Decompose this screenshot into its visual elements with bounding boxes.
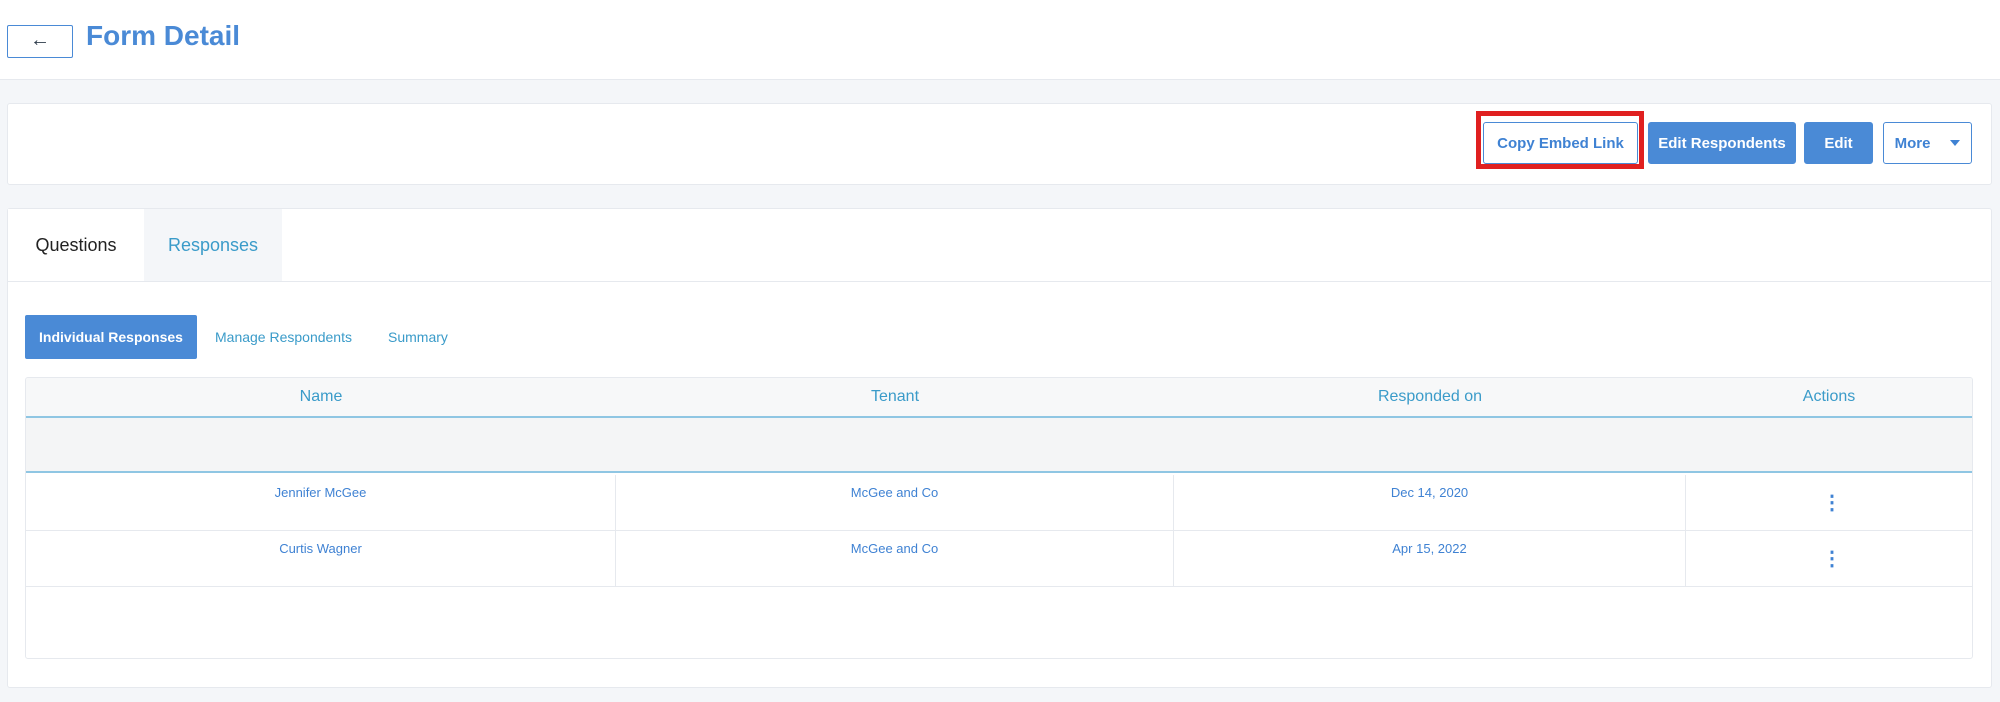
tab-questions-label: Questions [35, 234, 117, 255]
copy-embed-link-button[interactable]: Copy Embed Link [1483, 122, 1638, 164]
column-header-tenant[interactable]: Tenant [616, 378, 1174, 416]
column-header-actions: Actions [1802, 388, 1856, 405]
tab-responses[interactable]: Responses [144, 209, 282, 281]
kebab-menu-icon[interactable]: ⋮ [1822, 549, 1842, 569]
filter-row [26, 418, 1972, 473]
cell-tenant: McGee and Co [616, 475, 1174, 531]
kebab-menu-icon[interactable]: ⋮ [1822, 493, 1842, 513]
page-title: Form Detail [86, 20, 241, 51]
tab-questions[interactable]: Questions [8, 209, 144, 281]
cell-name: Jennifer McGee [26, 475, 616, 531]
copy-embed-link-label: Copy Embed Link [1497, 134, 1624, 152]
table-header: Name Tenant Responded on Actions [26, 378, 1972, 418]
edit-respondents-label: Edit Respondents [1658, 134, 1786, 152]
column-header-responded-on[interactable]: Responded on [1174, 378, 1686, 416]
arrow-left-icon: ← [30, 29, 50, 51]
subtab-individual-responses[interactable]: Individual Responses [25, 315, 197, 359]
more-label: More [1894, 134, 1931, 152]
tab-responses-label: Responses [167, 234, 259, 255]
cell-actions: ⋮ [1686, 475, 1972, 531]
more-dropdown-button[interactable]: More [1883, 122, 1972, 164]
cell-actions: ⋮ [1686, 531, 1972, 587]
caret-down-icon [1950, 140, 1961, 146]
cell-responded-on: Apr 15, 2022 [1174, 531, 1686, 587]
responses-table: Name Tenant Responded on Actions Jennife… [25, 377, 1973, 659]
edit-button[interactable]: Edit [1804, 122, 1873, 164]
subtab-individual-responses-label: Individual Responses [39, 329, 183, 345]
actions-toolbar: Copy Embed Link Edit Respondents Edit Mo… [7, 103, 1992, 185]
cell-responded-on: Dec 14, 2020 [1174, 475, 1686, 531]
edit-label: Edit [1824, 134, 1853, 152]
column-header-name[interactable]: Name [26, 378, 616, 416]
top-header: ← Form Detail [0, 0, 2000, 80]
subtab-summary[interactable]: Summary [388, 315, 448, 359]
back-button[interactable]: ← [7, 25, 73, 58]
form-detail-panel: Questions Responses Individual Responses… [7, 208, 1992, 688]
cell-tenant: McGee and Co [616, 531, 1174, 587]
subtab-summary-label: Summary [388, 329, 448, 345]
subtab-manage-respondents-label: Manage Respondents [215, 329, 352, 345]
tabs-bar: Questions Responses [8, 209, 1991, 282]
edit-respondents-button[interactable]: Edit Respondents [1648, 122, 1796, 164]
table-row[interactable]: Jennifer McGee McGee and Co Dec 14, 2020… [26, 475, 1972, 531]
cell-name: Curtis Wagner [26, 531, 616, 587]
table-row[interactable]: Curtis Wagner McGee and Co Apr 15, 2022 … [26, 531, 1972, 587]
subtab-manage-respondents[interactable]: Manage Respondents [215, 315, 352, 359]
